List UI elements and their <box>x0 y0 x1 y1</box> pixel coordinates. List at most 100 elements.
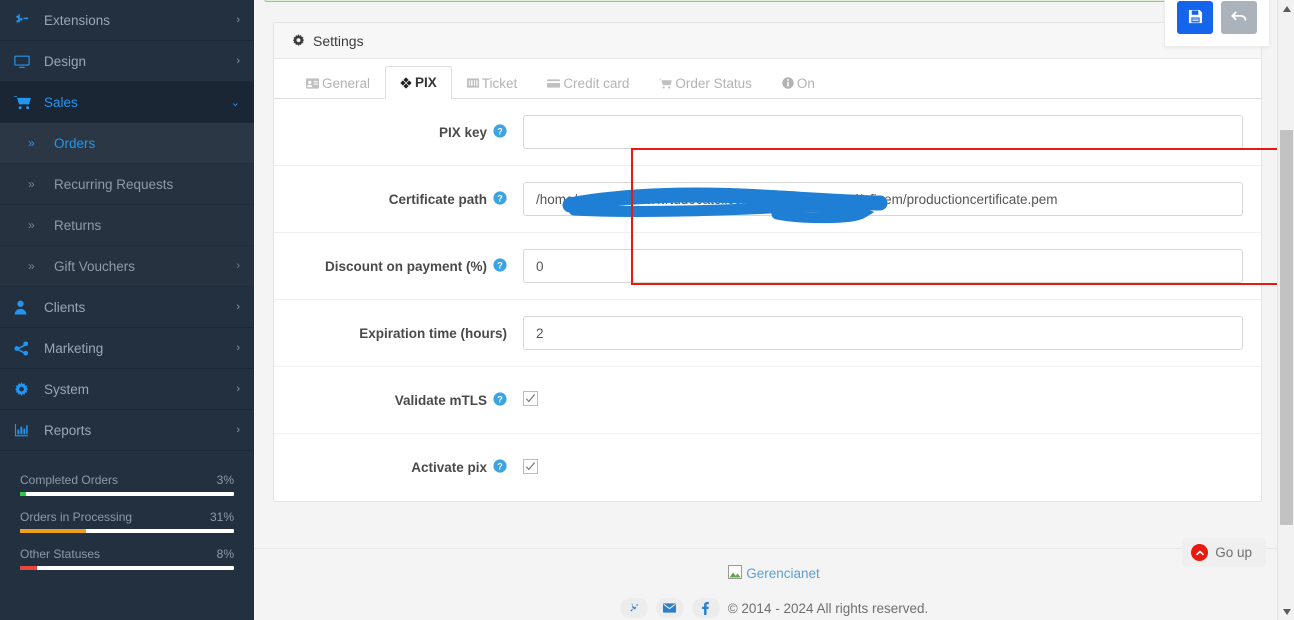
sidebar-item-marketing[interactable]: Marketing › <box>0 328 254 369</box>
stat-progress-bar <box>20 566 234 570</box>
tab-ticket[interactable]: Ticket <box>452 66 533 99</box>
double-chevron-right-icon: » <box>28 218 35 232</box>
main-content: Settings General PIX Ticket Credit card … <box>254 0 1294 620</box>
stat-progress-fill <box>20 529 87 533</box>
expiration-time-input[interactable] <box>523 316 1243 350</box>
svg-text:?: ? <box>497 193 503 203</box>
sidebar-item-extensions[interactable]: Extensions › <box>0 0 254 41</box>
scrollbar-down-arrow[interactable] <box>1278 603 1294 620</box>
field-row-validate-mtls: Validate mTLS ? <box>274 367 1261 434</box>
settings-panel: Settings General PIX Ticket Credit card … <box>273 22 1294 502</box>
footer-bottom-line: © 2014 - 2024 All rights reserved. <box>254 598 1294 618</box>
broken-image-icon <box>728 565 743 582</box>
help-circle-icon[interactable]: ? <box>493 459 507 476</box>
page-title: Settings <box>313 32 364 49</box>
chevron-right-icon: › <box>236 260 240 272</box>
stat-value: 3% <box>216 473 234 487</box>
field-label-pix-key: PIX key ? <box>292 123 523 141</box>
share-icon <box>14 340 44 356</box>
sidebar-navigation: Extensions › Design › Sales ⌄ » Orders »… <box>0 0 254 620</box>
help-circle-icon[interactable]: ? <box>493 190 507 208</box>
copyright-text: © 2014 - 2024 All rights reserved. <box>727 600 929 616</box>
save-button[interactable] <box>1177 1 1213 34</box>
field-label-activate-pix: Activate pix ? <box>292 459 523 476</box>
sidebar-item-label: Design <box>44 53 87 69</box>
double-chevron-right-icon: » <box>28 259 35 273</box>
id-card-icon <box>306 77 319 89</box>
sidebar-item-gift-vouchers[interactable]: » Gift Vouchers › <box>0 246 254 287</box>
go-up-button[interactable]: Go up <box>1182 538 1266 567</box>
tab-label: Ticket <box>481 75 518 91</box>
sidebar-item-design[interactable]: Design › <box>0 41 254 82</box>
sidebar-item-label: Sales <box>44 94 78 110</box>
sidebar-order-stats: Completed Orders 3% Orders in Processing… <box>0 451 254 570</box>
application-window: Extensions › Design › Sales ⌄ » Orders »… <box>0 0 1294 620</box>
stat-label: Other Statuses <box>20 547 101 561</box>
facebook-icon[interactable] <box>691 598 720 618</box>
field-row-activate-pix: Activate pix ? <box>274 434 1261 501</box>
sidebar-item-label: Marketing <box>44 340 104 356</box>
tab-general[interactable]: General <box>291 66 385 99</box>
envelope-icon[interactable] <box>655 598 684 618</box>
validate-mtls-checkbox[interactable] <box>523 391 538 406</box>
stat-progress-fill <box>20 492 27 496</box>
stat-progress-fill <box>20 566 38 570</box>
chevron-right-icon: › <box>236 383 240 395</box>
certificate-path-input[interactable] <box>523 182 1243 216</box>
double-chevron-right-icon: » <box>28 136 35 150</box>
page-scrollbar[interactable] <box>1277 0 1294 620</box>
tab-pix[interactable]: PIX <box>385 66 452 99</box>
tab-credit-card[interactable]: Credit card <box>532 66 644 99</box>
field-label-expiration-time: Expiration time (hours) <box>359 325 507 341</box>
footer-brand-label: Gerencianet <box>746 566 820 581</box>
monitor-icon <box>14 54 44 69</box>
chevron-up-circle-icon <box>1191 544 1209 561</box>
settings-tabs: General PIX Ticket Credit card Order Sta… <box>274 59 1261 99</box>
sidebar-item-clients[interactable]: Clients › <box>0 287 254 328</box>
help-circle-icon[interactable]: ? <box>493 257 507 275</box>
sidebar-item-sales[interactable]: Sales ⌄ <box>0 82 254 123</box>
panel-header: Settings <box>274 23 1261 59</box>
sidebar-item-orders[interactable]: » Orders <box>0 123 254 164</box>
tab-order-status[interactable]: Order Status <box>644 66 767 99</box>
user-icon <box>14 300 44 315</box>
sidebar-item-returns[interactable]: » Returns <box>0 205 254 246</box>
help-circle-icon[interactable]: ? <box>493 123 507 141</box>
chevron-right-icon: › <box>236 342 240 354</box>
activate-pix-checkbox[interactable] <box>523 458 538 474</box>
field-row-pix-key: PIX key ? <box>274 99 1261 166</box>
plug-icon[interactable] <box>619 598 648 618</box>
pix-key-input[interactable] <box>523 115 1243 149</box>
barcode-icon <box>466 78 479 88</box>
help-circle-icon[interactable]: ? <box>493 391 507 409</box>
go-up-label: Go up <box>1215 545 1252 560</box>
sidebar-subitem-label: Returns <box>54 217 102 233</box>
tab-label: On <box>796 75 815 91</box>
chevron-right-icon: › <box>236 14 240 26</box>
sidebar-item-recurring-requests[interactable]: » Recurring Requests <box>0 164 254 205</box>
back-button[interactable] <box>1221 1 1257 34</box>
cart-icon <box>14 95 44 110</box>
tab-label: General <box>322 75 371 91</box>
pix-settings-form: PIX key ? Certificate path ? /home/custo… <box>274 99 1261 501</box>
scrollbar-up-arrow[interactable] <box>1278 0 1294 17</box>
field-label-validate-mtls: Validate mTLS ? <box>292 391 523 409</box>
scrollbar-thumb[interactable] <box>1280 130 1293 525</box>
chevron-right-icon: › <box>236 301 240 313</box>
sidebar-item-reports[interactable]: Reports › <box>0 410 254 451</box>
stat-progress-bar <box>20 529 234 533</box>
sidebar-item-system[interactable]: System › <box>0 369 254 410</box>
save-toolbar <box>1164 0 1270 47</box>
tab-label: Credit card <box>563 75 630 91</box>
stat-other-statuses: Other Statuses 8% <box>20 547 234 570</box>
svg-text:?: ? <box>497 260 503 270</box>
success-alert <box>264 0 1264 2</box>
sidebar-subitem-label: Orders <box>54 135 96 151</box>
discount-on-payment-input[interactable] <box>523 249 1243 283</box>
tab-on[interactable]: On <box>767 66 830 99</box>
sidebar-item-label: System <box>44 381 90 397</box>
svg-text:?: ? <box>497 394 503 404</box>
gerencianet-logo-link[interactable]: Gerencianet <box>728 565 820 582</box>
gear-icon <box>292 34 305 47</box>
undo-arrow-icon <box>1231 9 1247 27</box>
